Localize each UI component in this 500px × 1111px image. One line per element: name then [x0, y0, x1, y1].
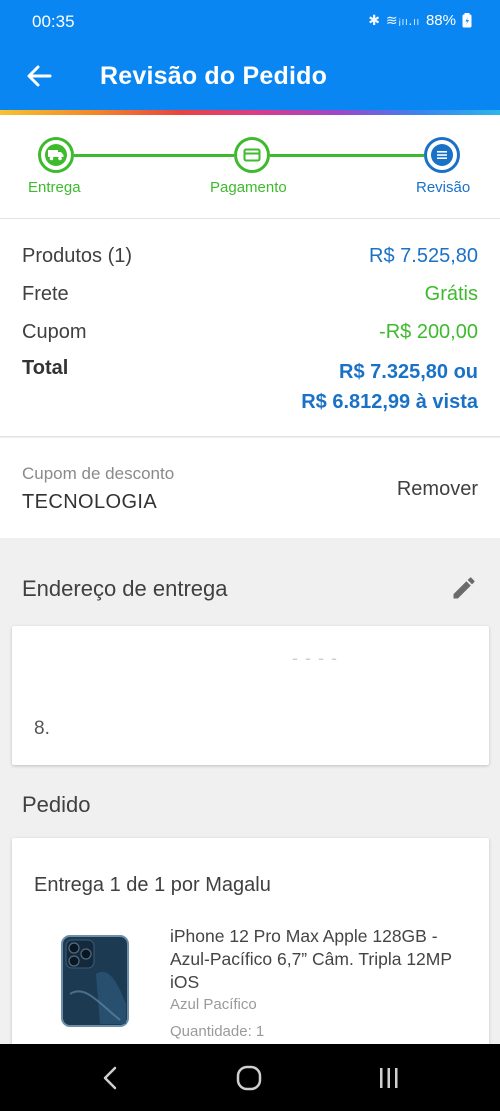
page-title: Revisão do Pedido: [100, 62, 328, 90]
step-connector: [74, 154, 234, 157]
total-cash: R$ 6.812,99 à vista: [301, 391, 478, 413]
summary-coupon-row: Cupom -R$ 200,00: [22, 321, 478, 344]
checkout-stepper: Entrega Pagamento Revisão: [0, 115, 500, 219]
total-value: R$ 7.325,80 ou R$ 6.812,99 à vista: [301, 357, 478, 417]
product-name[interactable]: iPhone 12 Pro Max Apple 128GB - Azul-Pac…: [170, 925, 470, 994]
product-color: Azul Pacífico: [170, 996, 257, 1013]
total-label: Total: [22, 357, 69, 379]
status-time: 00:35: [32, 12, 75, 31]
step-review[interactable]: [424, 137, 460, 173]
status-indicators: ✱ ≋ᵢₗₗ.ₗₗ 88%: [368, 12, 472, 29]
step-label-review: Revisão: [416, 179, 471, 196]
address-section-title: Endereço de entrega: [22, 576, 228, 601]
products-value: R$ 7.525,80: [369, 245, 478, 267]
nav-back-button[interactable]: [96, 1064, 126, 1092]
step-label-delivery: Entrega: [28, 179, 81, 196]
summary-shipping-row: Frete Grátis: [22, 283, 478, 306]
nav-home-button[interactable]: [234, 1064, 264, 1092]
coupon-section-label: Cupom de desconto: [22, 464, 175, 483]
status-bar: 00:35 ✱ ≋ᵢₗₗ.ₗₗ 88%: [0, 0, 500, 44]
step-connector: [270, 154, 424, 157]
step-label-payment: Pagamento: [210, 179, 287, 196]
shipping-label: Frete: [22, 283, 69, 305]
address-line: 8.: [34, 718, 50, 739]
coupon-section: Cupom de desconto TECNOLOGIA Remover: [0, 438, 500, 538]
product-image[interactable]: [60, 934, 130, 1028]
home-circle-icon: [236, 1065, 262, 1091]
app-bar: Revisão do Pedido: [0, 44, 500, 110]
products-label: Produtos (1): [22, 245, 133, 267]
address-card[interactable]: - - - - 8.: [12, 626, 489, 765]
delivery-title: Entrega 1 de 1 por Magalu: [34, 874, 271, 896]
chevron-left-icon: [103, 1066, 117, 1090]
address-line: - - - -: [292, 648, 338, 668]
battery-level: 88%: [425, 12, 456, 29]
total-installment: R$ 7.325,80 ou: [339, 361, 478, 383]
order-section-title: Pedido: [22, 792, 91, 817]
address-redaction: [36, 626, 406, 650]
step-delivery[interactable]: [38, 137, 74, 173]
coupon-value: -R$ 200,00: [379, 321, 478, 343]
card-icon: [241, 144, 263, 166]
summary-total-row: Total R$ 7.325,80 ou R$ 6.812,99 à vista: [22, 357, 478, 417]
summary-products-row: Produtos (1) R$ 7.525,80: [22, 245, 478, 268]
system-nav-bar: [0, 1044, 500, 1111]
list-icon: [431, 144, 453, 166]
coupon-label: Cupom: [22, 321, 87, 343]
shipping-value: Grátis: [424, 283, 478, 305]
nav-recents-button[interactable]: [374, 1064, 404, 1092]
back-button[interactable]: [20, 58, 60, 94]
order-card: Entrega 1 de 1 por Magalu iPhone 12 Pro …: [12, 838, 489, 1048]
recents-icon: [380, 1068, 398, 1088]
battery-icon: [462, 13, 472, 28]
coupon-code: TECNOLOGIA: [22, 491, 158, 513]
step-payment[interactable]: [234, 137, 270, 173]
arrow-back-icon: [27, 65, 52, 87]
connectivity-icons: ✱ ≋ᵢₗₗ.ₗₗ: [368, 12, 420, 28]
product-quantity: Quantidade: 1: [170, 1023, 265, 1040]
truck-icon: [45, 144, 67, 166]
order-summary: Produtos (1) R$ 7.525,80 Frete Grátis Cu…: [0, 219, 500, 437]
remove-coupon-button[interactable]: Remover: [397, 478, 478, 501]
pencil-icon: [453, 577, 475, 599]
edit-address-button[interactable]: [450, 574, 478, 602]
